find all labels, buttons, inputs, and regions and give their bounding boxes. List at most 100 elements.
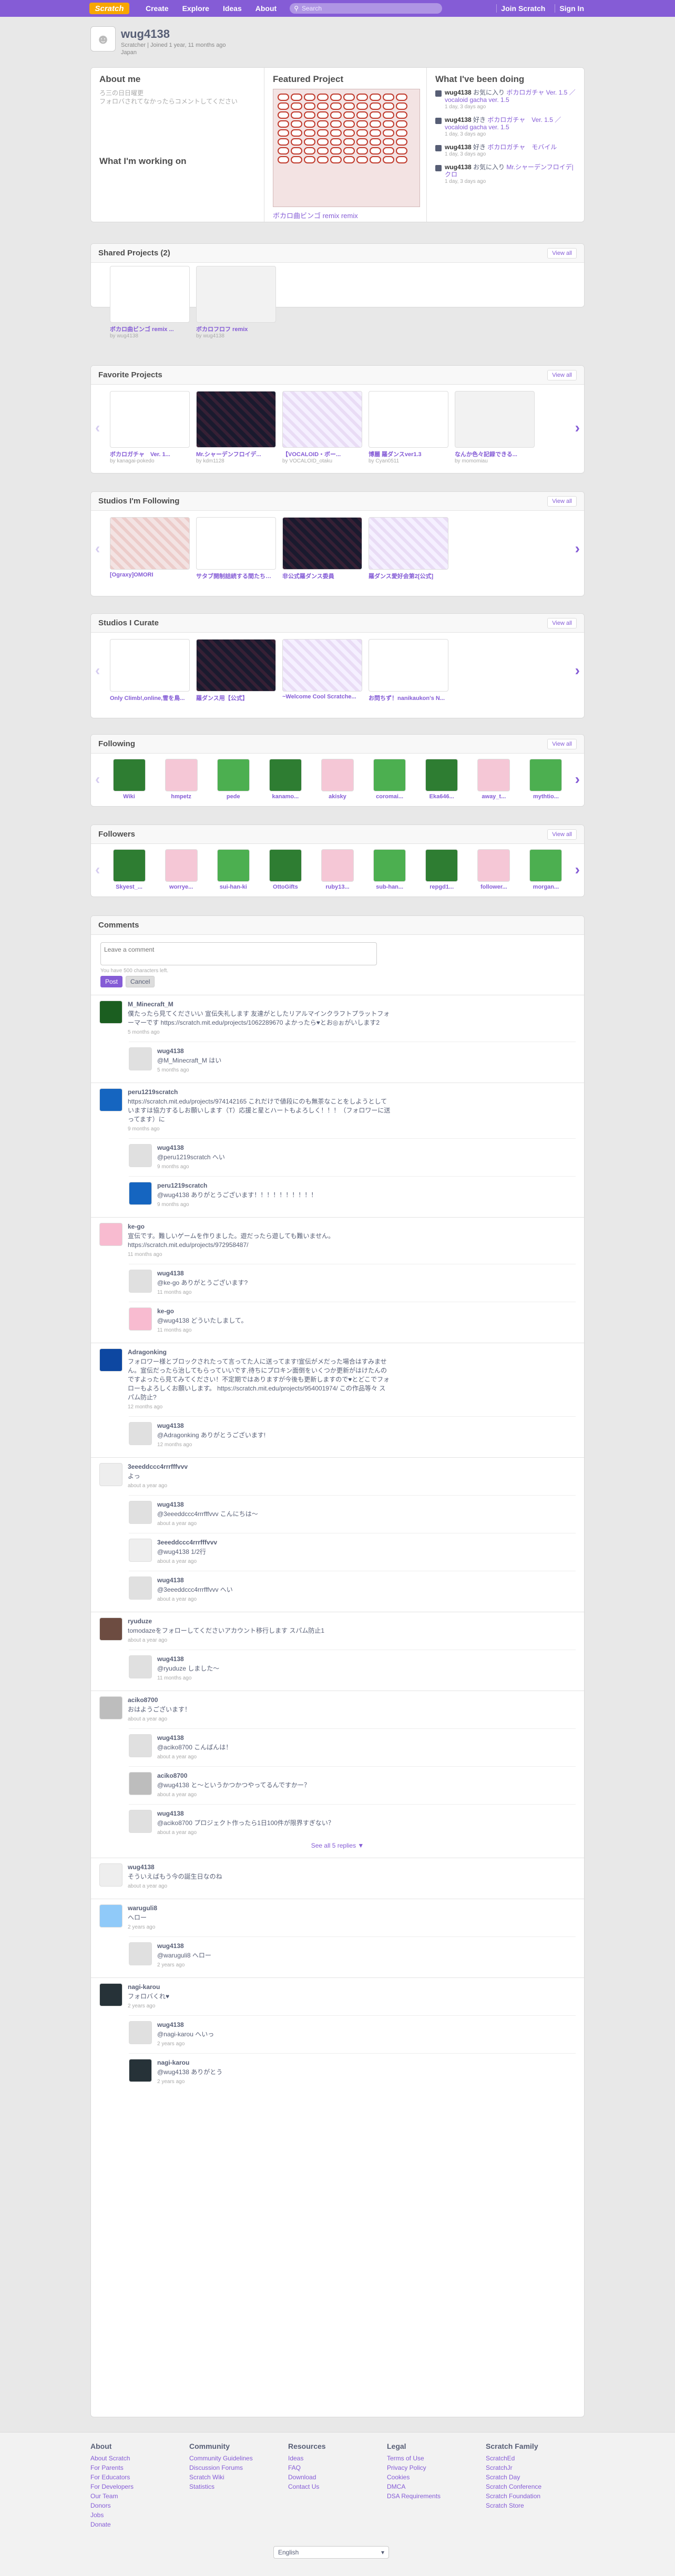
user-name[interactable]: Skyest_...: [110, 884, 148, 890]
commenter-avatar[interactable]: [99, 1904, 122, 1928]
project-thumbnail[interactable]: [110, 391, 190, 448]
user-card[interactable]: kanamo...: [266, 759, 304, 800]
user-name[interactable]: mythtio...: [527, 794, 565, 800]
comment-username[interactable]: aciko8700: [128, 1696, 391, 1704]
reply-username[interactable]: wug4138: [157, 1655, 420, 1663]
curated-view-all[interactable]: View all: [547, 617, 577, 628]
user-card[interactable]: follower...: [475, 849, 513, 890]
project-card[interactable]: Mr.シャーデンフロイデ... by kdm1128: [196, 391, 276, 464]
reply-avatar[interactable]: [129, 1047, 152, 1070]
user-avatar[interactable]: [217, 849, 250, 882]
user-avatar[interactable]: [269, 759, 302, 791]
project-thumbnail[interactable]: [196, 391, 276, 448]
scroll-right-arrow-icon[interactable]: ›: [575, 540, 580, 557]
project-card[interactable]: ボカロフロフ remix by wug4138: [196, 266, 276, 339]
footer-link[interactable]: Ideas: [288, 2454, 387, 2463]
project-title[interactable]: ボカロフロフ remix: [196, 325, 276, 333]
footer-link[interactable]: Download: [288, 2472, 387, 2482]
footer-link[interactable]: DSA Requirements: [387, 2491, 486, 2501]
reply-avatar[interactable]: [129, 1144, 152, 1167]
activity-user[interactable]: wug4138: [445, 143, 472, 151]
project-title[interactable]: Mr.シャーデンフロイデ...: [196, 450, 276, 458]
following-view-all[interactable]: View all: [547, 738, 577, 749]
project-title[interactable]: ボカロ曲ビンゴ remix ...: [110, 325, 190, 333]
reply-username[interactable]: wug4138: [157, 1734, 420, 1742]
studio-card[interactable]: [Ograxy]OMORI: [110, 517, 190, 578]
project-thumbnail[interactable]: [369, 391, 448, 448]
commenter-avatar[interactable]: [99, 1696, 122, 1719]
project-thumbnail[interactable]: [110, 266, 190, 323]
user-card[interactable]: sui-han-ki: [214, 849, 252, 890]
footer-link[interactable]: Privacy Policy: [387, 2463, 486, 2472]
reply-avatar[interactable]: [129, 1810, 152, 1833]
user-card[interactable]: OttoGifts: [266, 849, 304, 890]
footer-link[interactable]: Terms of Use: [387, 2454, 486, 2463]
user-avatar[interactable]: [529, 759, 562, 791]
scroll-right-arrow-icon[interactable]: ›: [575, 861, 580, 878]
nav-explore[interactable]: Explore: [176, 4, 216, 13]
studio-title[interactable]: Only Climb!,online,雪を鳥...: [110, 694, 190, 702]
studio-thumbnail[interactable]: [196, 639, 276, 692]
user-name[interactable]: worrye...: [162, 884, 200, 890]
footer-link[interactable]: Donate: [90, 2520, 189, 2529]
user-name[interactable]: pede: [214, 794, 252, 800]
reply-avatar[interactable]: [129, 1655, 152, 1678]
reply-avatar[interactable]: [129, 1772, 152, 1795]
project-card[interactable]: 博麗 羅ダンスver1.3 by Cyan0511: [369, 391, 448, 464]
user-card[interactable]: hmpetz: [162, 759, 200, 800]
nav-about[interactable]: About: [249, 4, 283, 13]
scroll-left-arrow-icon[interactable]: ‹: [95, 419, 100, 436]
comment-username[interactable]: wug4138: [128, 1863, 391, 1871]
user-name[interactable]: sui-han-ki: [214, 884, 252, 890]
footer-link[interactable]: Statistics: [189, 2482, 288, 2491]
user-card[interactable]: worrye...: [162, 849, 200, 890]
footer-link[interactable]: Discussion Forums: [189, 2463, 288, 2472]
user-name[interactable]: sub-han...: [371, 884, 409, 890]
user-avatar[interactable]: [112, 849, 146, 882]
user-avatar[interactable]: [165, 849, 198, 882]
see-all-replies-link[interactable]: See all 5 replies ▼: [99, 1842, 576, 1849]
project-title[interactable]: 博麗 羅ダンスver1.3: [369, 450, 448, 458]
commenter-avatar[interactable]: [99, 1983, 122, 2006]
studio-card[interactable]: Only Climb!,online,雪を鳥...: [110, 639, 190, 702]
user-name[interactable]: coromai...: [371, 794, 409, 800]
user-card[interactable]: morgan...: [527, 849, 565, 890]
project-thumbnail[interactable]: [455, 391, 535, 448]
studio-title[interactable]: お問ちず！nanikaukon's N...: [369, 694, 448, 702]
comment-username[interactable]: ryuduze: [128, 1617, 391, 1625]
footer-link[interactable]: Contact Us: [288, 2482, 387, 2491]
cancel-comment-button[interactable]: Cancel: [126, 976, 155, 987]
reply-username[interactable]: wug4138: [157, 1810, 420, 1817]
user-name[interactable]: hmpetz: [162, 794, 200, 800]
post-comment-button[interactable]: Post: [100, 976, 123, 987]
user-card[interactable]: Eka646...: [423, 759, 461, 800]
reply-username[interactable]: wug4138: [157, 2021, 420, 2028]
user-name[interactable]: repgd1...: [423, 884, 461, 890]
studio-title[interactable]: [Ograxy]OMORI: [110, 572, 190, 578]
user-avatar[interactable]: [373, 759, 406, 791]
footer-link[interactable]: ScratchJr: [486, 2463, 585, 2472]
studio-thumbnail[interactable]: [110, 517, 190, 570]
studio-title[interactable]: サタブ開制詰続する間たちの集...: [196, 572, 276, 580]
user-avatar[interactable]: [321, 759, 354, 791]
user-avatar[interactable]: [477, 849, 510, 882]
user-card[interactable]: ruby13...: [318, 849, 356, 890]
footer-link[interactable]: Cookies: [387, 2472, 486, 2482]
commenter-avatar[interactable]: [99, 1617, 122, 1641]
studio-thumbnail[interactable]: [369, 517, 448, 570]
footer-link[interactable]: DMCA: [387, 2482, 486, 2491]
activity-user[interactable]: wug4138: [445, 116, 472, 123]
comment-textarea[interactable]: [100, 942, 377, 965]
activity-user[interactable]: wug4138: [445, 89, 472, 96]
comment-username[interactable]: 3eeeddccc4rrrfffvvv: [128, 1463, 391, 1470]
footer-link[interactable]: Scratch Conference: [486, 2482, 585, 2491]
user-avatar[interactable]: [373, 849, 406, 882]
project-card[interactable]: 【VOCALOID・ボー... by VOCALOID_otaku: [282, 391, 362, 464]
studio-card[interactable]: 羅ダンス用【公式】: [196, 639, 276, 702]
footer-link[interactable]: Scratch Foundation: [486, 2491, 585, 2501]
user-avatar[interactable]: [477, 759, 510, 791]
reply-username[interactable]: wug4138: [157, 1576, 420, 1584]
studio-card[interactable]: 羅ダンス愛好会第2[公式]: [369, 517, 448, 580]
reply-username[interactable]: wug4138: [157, 1501, 420, 1508]
user-name[interactable]: ruby13...: [318, 884, 356, 890]
